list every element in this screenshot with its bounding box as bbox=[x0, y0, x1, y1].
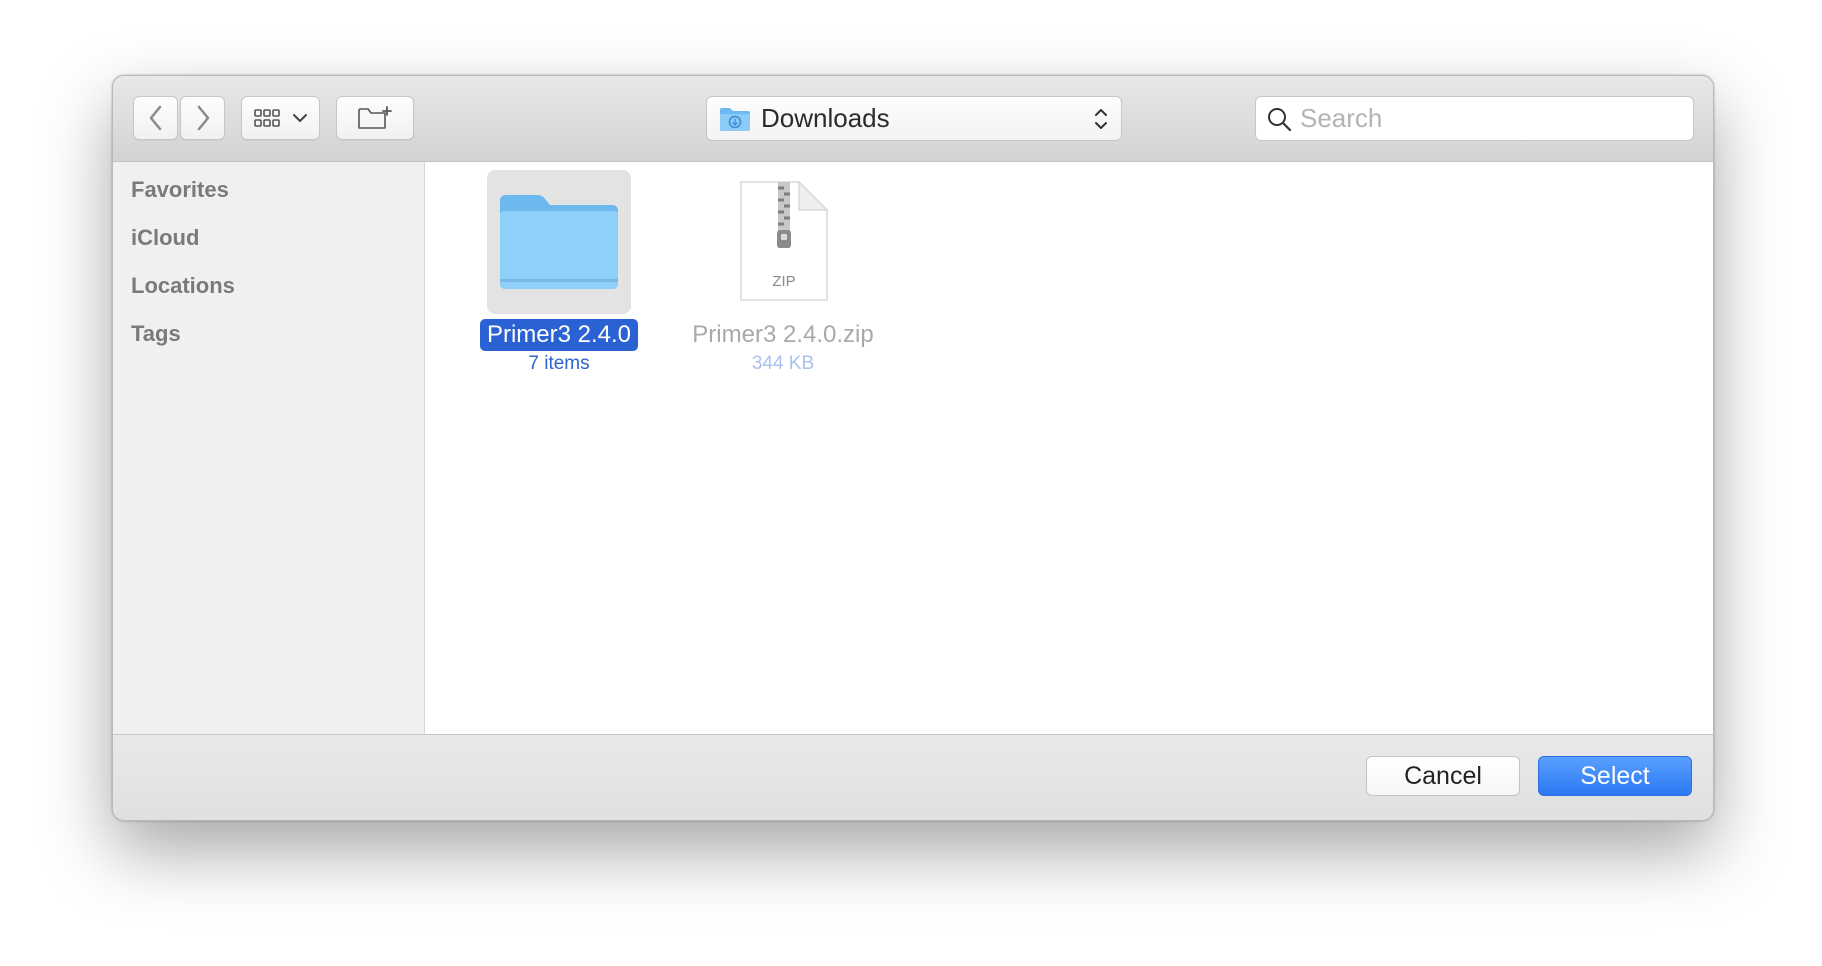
path-popup-label: Downloads bbox=[761, 103, 890, 133]
up-down-chevron-icon bbox=[1095, 108, 1107, 129]
file-meta: 344 KB bbox=[751, 353, 815, 374]
file-item-zip[interactable]: ZIP Primer3 2.4.0.zip 344 KB bbox=[683, 170, 883, 375]
sidebar: Favorites iCloud Locations Tags bbox=[113, 162, 425, 734]
chevron-right-icon bbox=[197, 105, 209, 131]
file-item-folder[interactable]: Primer3 2.4.0 7 items bbox=[459, 170, 659, 375]
back-button[interactable] bbox=[133, 96, 178, 140]
zip-badge: ZIP bbox=[772, 273, 795, 290]
zip-file-icon: ZIP bbox=[740, 180, 829, 301]
sidebar-item-icloud[interactable]: iCloud bbox=[131, 225, 199, 251]
sidebar-item-locations[interactable]: Locations bbox=[131, 273, 235, 299]
downloads-folder-icon bbox=[720, 107, 750, 131]
search-icon bbox=[1268, 107, 1292, 131]
toolbar: Downloads bbox=[113, 76, 1713, 162]
select-button[interactable]: Select bbox=[1538, 756, 1692, 796]
sidebar-item-tags[interactable]: Tags bbox=[131, 321, 181, 347]
path-popup[interactable]: Downloads bbox=[706, 96, 1122, 141]
search-input[interactable] bbox=[1298, 102, 1662, 135]
view-options-button[interactable] bbox=[241, 96, 320, 140]
folder-thumbnail bbox=[487, 170, 631, 314]
file-browser: Primer3 2.4.0 7 items ZIP Primer3 2.4.0.… bbox=[425, 162, 1713, 734]
new-folder-icon bbox=[358, 106, 392, 129]
file-name: Primer3 2.4.0.zip bbox=[692, 321, 874, 348]
zip-thumbnail: ZIP bbox=[711, 170, 855, 314]
icon-grid-icon bbox=[253, 109, 280, 127]
sidebar-item-favorites[interactable]: Favorites bbox=[131, 177, 229, 203]
chevron-left-icon bbox=[149, 105, 161, 131]
forward-button[interactable] bbox=[180, 96, 225, 140]
open-file-dialog: Downloads Favorites iCloud Locations Tag… bbox=[112, 75, 1714, 821]
folder-icon bbox=[500, 195, 618, 289]
new-folder-button[interactable] bbox=[336, 96, 414, 140]
cancel-button[interactable]: Cancel bbox=[1366, 756, 1520, 796]
dialog-footer: Cancel Select bbox=[113, 734, 1713, 820]
chevron-down-icon bbox=[292, 114, 307, 122]
file-name: Primer3 2.4.0 bbox=[479, 319, 639, 351]
file-meta: 7 items bbox=[528, 353, 590, 374]
search-field[interactable] bbox=[1255, 96, 1694, 141]
